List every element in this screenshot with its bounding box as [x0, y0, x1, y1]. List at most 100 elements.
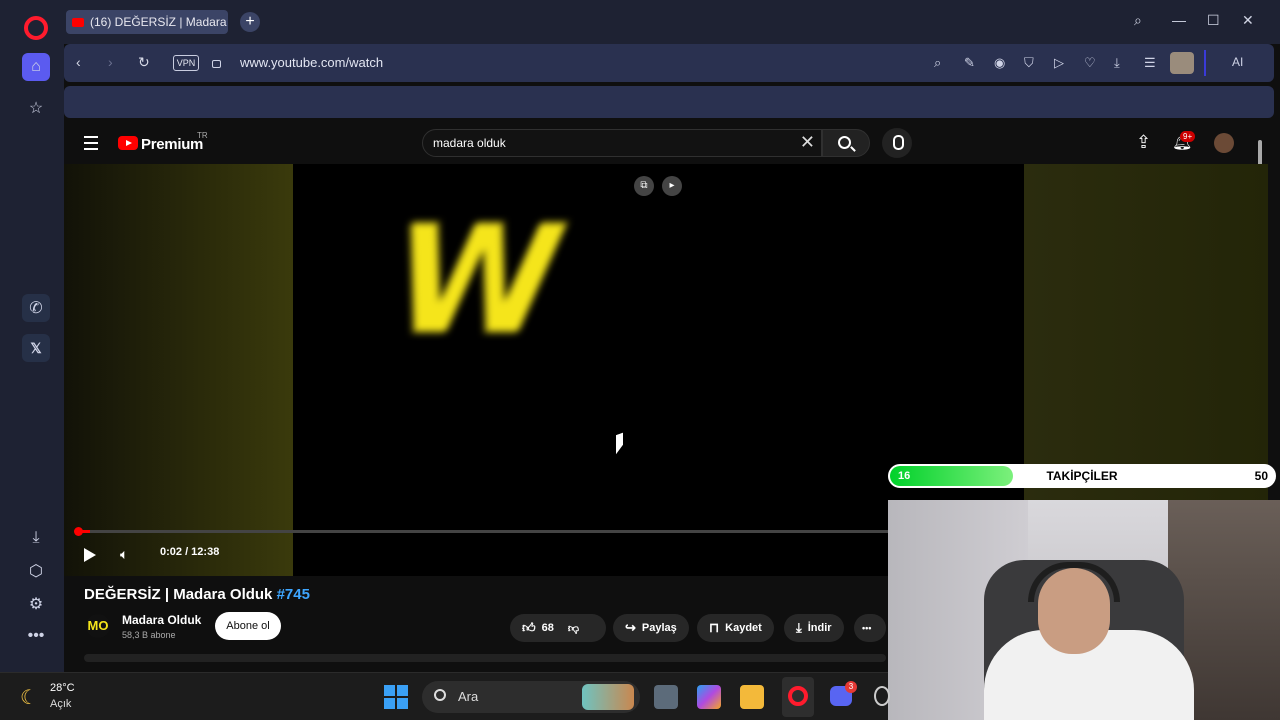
save-button[interactable]: ⊓ Kaydet — [697, 614, 774, 642]
share-label: Paylaş — [641, 622, 677, 634]
edit-icon[interactable]: ✎ — [964, 55, 975, 71]
cube-icon[interactable]: ⬡ — [22, 557, 50, 585]
youtube-logo-icon[interactable] — [118, 136, 138, 150]
maximize-icon[interactable]: ☐ — [1207, 12, 1220, 29]
zoom-icon[interactable]: ⌕ — [934, 55, 941, 71]
follower-target: 50 — [1254, 469, 1268, 483]
download-icon[interactable]: ⤓ — [1114, 55, 1120, 71]
search-highlight-image — [582, 684, 634, 710]
follower-label: TAKİPÇİLER — [1046, 469, 1118, 483]
more-actions-button[interactable]: ••• — [854, 614, 886, 642]
address-bar: ‹ › ↻ VPN www.youtube.com/watch ⌕ ✎ ◉ ⛉ … — [64, 44, 1274, 82]
back-icon[interactable]: ‹ — [76, 54, 81, 70]
video-hashtag[interactable]: #745 — [277, 586, 310, 603]
search-input[interactable]: madara olduk ✕ — [422, 129, 822, 157]
clock-app-icon[interactable] — [874, 686, 890, 706]
moon-icon[interactable]: ☾ — [20, 685, 38, 710]
weather-temperature[interactable]: 28°C — [50, 682, 75, 694]
video-title: DEĞERSİZ | Madara Olduk #745 — [84, 586, 310, 603]
url-field[interactable]: www.youtube.com/watch — [240, 55, 383, 70]
vpn-badge[interactable]: VPN — [173, 55, 199, 71]
whatsapp-icon[interactable]: ✆ — [22, 294, 50, 322]
send-icon[interactable]: ▷ — [1054, 55, 1064, 71]
shield-icon[interactable]: ⛉ — [1024, 55, 1034, 71]
taskbar-search[interactable]: Ara — [422, 681, 640, 713]
time-display: 0:02 / 12:38 — [160, 546, 220, 558]
windows-start-icon[interactable] — [384, 685, 408, 709]
tab-title: (16) DEĞERSİZ | Madara O — [90, 15, 228, 29]
tab-youtube[interactable]: (16) DEĞERSİZ | Madara O — [66, 10, 228, 34]
account-avatar[interactable] — [1214, 133, 1234, 153]
download-label: İndir — [807, 622, 832, 634]
download-icon: ⤓ — [796, 620, 802, 635]
subscribe-button[interactable]: Abone ol — [215, 612, 281, 640]
forward-icon[interactable]: › — [108, 54, 113, 70]
discord-badge: 3 — [845, 681, 857, 693]
microphone-icon[interactable] — [882, 128, 912, 158]
notification-badge: 9+ — [1180, 131, 1196, 142]
tab-bar: (16) DEĞERSİZ | Madara O + ⌕ — ☐ ✕ — [64, 0, 1280, 44]
youtube-favicon-icon — [72, 17, 84, 27]
camera-icon[interactable]: ◉ — [994, 55, 1005, 71]
progress-knob[interactable] — [74, 527, 83, 536]
hamburger-menu-icon[interactable] — [84, 136, 98, 154]
search-button[interactable] — [822, 129, 870, 157]
bookmarks-bar — [64, 86, 1274, 118]
channel-avatar[interactable]: MO — [86, 614, 110, 638]
opera-logo[interactable] — [24, 16, 48, 40]
download-button[interactable]: ⤓ İndir — [784, 614, 844, 642]
like-button[interactable]: 👍︎ 68 👎︎ — [510, 614, 606, 642]
youtube-premium-label[interactable]: Premium — [141, 136, 203, 153]
share-icon: ↪ — [625, 620, 636, 635]
like-count: 68 — [541, 622, 554, 634]
reload-icon[interactable]: ↻ — [138, 54, 150, 71]
play-icon[interactable] — [84, 548, 96, 562]
bookmark-icon: ⊓ — [709, 620, 720, 635]
windows-taskbar: ☾ 28°C Açık Ara 3 — [0, 672, 890, 720]
copilot-icon[interactable] — [697, 685, 721, 709]
heart-icon[interactable]: ♡ — [1084, 55, 1096, 71]
download-icon[interactable]: ⤓ — [22, 524, 50, 552]
ai-divider — [1204, 50, 1206, 76]
clear-search-icon[interactable]: ✕ — [800, 132, 815, 153]
taskbar-search-placeholder: Ara — [458, 689, 479, 704]
x-icon[interactable]: 𝕏 — [22, 334, 50, 362]
opera-sidebar: ⌂ ☆ ✆ 𝕏 ⤓ ⬡ ⚙ ••• — [0, 0, 64, 672]
thumbs-down-icon[interactable]: 👎︎ — [568, 622, 579, 635]
search-icon — [434, 689, 446, 701]
subscriber-count: 58,3 B abone — [122, 630, 176, 640]
webcam-overlay — [888, 500, 1280, 720]
weather-condition[interactable]: Açık — [50, 698, 71, 710]
more-icon[interactable]: ••• — [22, 622, 50, 650]
settings-icon[interactable]: ⚙ — [22, 590, 50, 618]
skip-icon[interactable]: ▸ — [662, 176, 682, 196]
search-tabs-icon[interactable]: ⌕ — [1134, 12, 1142, 29]
minimize-icon[interactable]: — — [1172, 12, 1186, 28]
ai-button[interactable]: AI — [1232, 55, 1243, 69]
description-scroll — [84, 654, 886, 662]
volume-icon[interactable]: 🔈︎ — [120, 546, 128, 563]
thumbs-up-icon: 👍︎ — [522, 620, 536, 635]
channel-name[interactable]: Madara Olduk — [122, 613, 201, 627]
file-explorer-icon[interactable] — [740, 685, 764, 709]
youtube-header: Premium TR madara olduk ✕ ⇪ 🔔︎ 9+ — [64, 122, 1268, 170]
search-query: madara olduk — [433, 136, 506, 150]
search-icon — [838, 136, 851, 149]
task-view-icon[interactable] — [654, 685, 678, 709]
mouse-cursor — [616, 432, 623, 455]
new-tab-button[interactable]: + — [240, 12, 260, 32]
region-label: TR — [197, 131, 208, 140]
profile-avatar[interactable] — [1170, 52, 1194, 74]
follower-goal-bar: 16 TAKİPÇİLER 50 — [888, 464, 1276, 488]
star-icon[interactable]: ☆ — [22, 94, 50, 122]
menu-icon[interactable]: ☰ — [1144, 55, 1156, 71]
lock-icon[interactable] — [212, 60, 221, 68]
home-icon[interactable]: ⌂ — [22, 53, 50, 81]
upload-icon[interactable]: ⇪ — [1136, 132, 1151, 153]
opera-taskbar-icon[interactable] — [788, 686, 808, 706]
ambient-left — [64, 164, 293, 576]
share-button[interactable]: ↪ Paylaş — [613, 614, 689, 642]
video-title-text: DEĞERSİZ | Madara Olduk — [84, 586, 273, 603]
pip-icon[interactable]: ⧉ — [634, 176, 654, 196]
close-icon[interactable]: ✕ — [1242, 12, 1254, 29]
